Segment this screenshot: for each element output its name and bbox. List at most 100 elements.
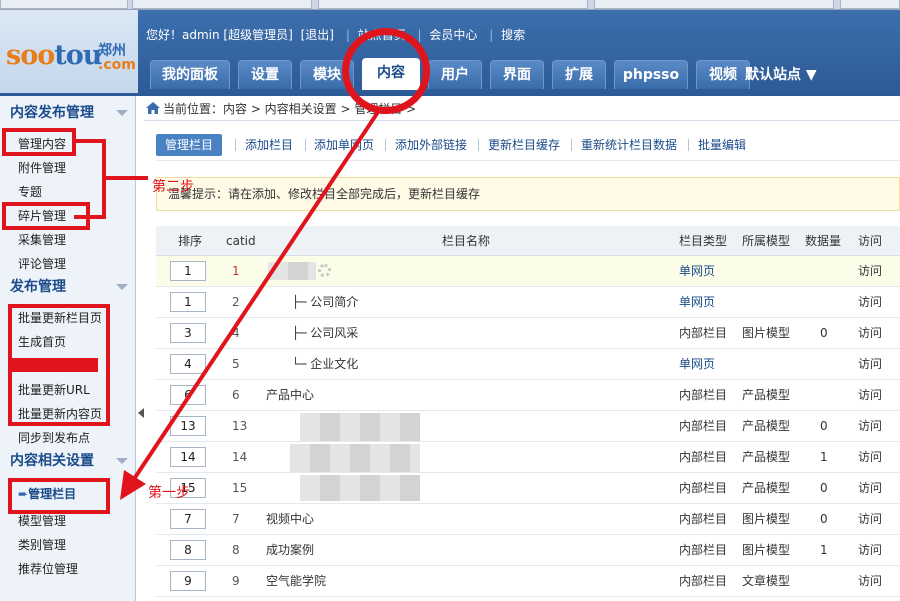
column-count[interactable]: 数据量	[805, 226, 841, 256]
column-model[interactable]: 所属模型	[742, 226, 790, 256]
order-input[interactable]: 14	[170, 447, 206, 467]
name-cell: 成功案例	[266, 543, 315, 557]
visit-link[interactable]: 访问	[858, 535, 882, 565]
column-visit[interactable]: 访问	[858, 226, 882, 256]
model-cell: 图片模型	[742, 326, 791, 340]
annotation-box-manage-content	[2, 128, 76, 156]
tab-interface[interactable]: 界面	[490, 60, 544, 89]
tab-my-panel[interactable]: 我的面板	[150, 60, 230, 89]
model-cell: 图片模型	[742, 543, 791, 557]
subnav-add-single-page[interactable]: 添加单网页	[314, 134, 374, 156]
subnav-update-cache[interactable]: 更新栏目缓存	[488, 134, 560, 156]
name-cell: 空气能学院	[266, 574, 327, 588]
visit-link[interactable]: 访问	[858, 411, 882, 441]
order-input[interactable]: 3	[170, 323, 206, 343]
catid-cell: 6	[232, 388, 240, 402]
sidebar-item-collection[interactable]: 采集管理	[18, 229, 66, 251]
table-row: 6 6 产品中心 内部栏目 产品模型 访问	[156, 380, 900, 411]
table-row: 7 7 视频中心 内部栏目 图片模型 0 访问	[156, 504, 900, 535]
tab-extensions[interactable]: 扩展	[552, 60, 606, 89]
user-bar: 您好！admin [超级管理员] [退出] | 站点首页 | 会员中心 | 搜索	[146, 28, 526, 42]
chevron-down-icon[interactable]	[116, 284, 128, 290]
sidebar-section-publish[interactable]: 发布管理	[0, 275, 136, 299]
count-cell: 1	[820, 543, 828, 557]
tab-phpsso[interactable]: phpsso	[614, 60, 688, 89]
visit-link[interactable]: 访问	[858, 442, 882, 472]
sidebar-item-specials[interactable]: 专题	[18, 181, 42, 203]
browser-tab[interactable]	[594, 0, 834, 9]
tab-users[interactable]: 用户	[428, 60, 482, 89]
blurred-name	[300, 475, 420, 501]
sidebar-item-attachments[interactable]: 附件管理	[18, 157, 66, 179]
name-cell: 产品中心	[266, 388, 315, 402]
browser-tab[interactable]	[318, 0, 588, 9]
subnav-batch-edit[interactable]: 批量编辑	[698, 134, 746, 156]
order-input[interactable]: 1	[170, 292, 206, 312]
annotation-step2: 第二步	[152, 179, 194, 195]
type-cell: 内部栏目	[679, 574, 728, 588]
divider	[144, 120, 900, 121]
order-input[interactable]: 1	[170, 261, 206, 281]
catid-cell: 5	[232, 357, 240, 371]
visit-link[interactable]: 访问	[858, 318, 882, 348]
visit-link[interactable]: 访问	[858, 256, 882, 286]
sidebar-section-content-publish[interactable]: 内容发布管理	[0, 101, 136, 125]
sidebar-section-content-settings[interactable]: 内容相关设置	[0, 449, 136, 473]
count-cell: 0	[820, 512, 828, 526]
sootou-logo[interactable]: sootou 郑州 .com	[6, 40, 136, 82]
model-cell: 产品模型	[742, 481, 791, 495]
browser-tab[interactable]	[132, 0, 312, 9]
table-row: 8 8 成功案例 内部栏目 图片模型 1 访问	[156, 535, 900, 566]
greeting-text: 您好！admin [超级管理员]	[146, 28, 293, 42]
member-center-link[interactable]: 会员中心	[429, 28, 477, 42]
sidebar-section-title: 发布管理	[10, 279, 66, 295]
visit-link[interactable]: 访问	[858, 287, 882, 317]
order-input[interactable]: 6	[170, 385, 206, 405]
order-input[interactable]: 9	[170, 571, 206, 591]
catid-cell: 4	[232, 326, 240, 340]
table-row: 15 15 内部栏目 产品模型 0 访问	[156, 473, 900, 504]
chevron-down-icon[interactable]	[116, 458, 128, 464]
annotation-ring-content-tab	[342, 28, 430, 114]
annotation-bracket	[74, 139, 106, 219]
catid-cell: 8	[232, 543, 240, 557]
type-cell: 内部栏目	[679, 326, 728, 340]
subnav-add-category[interactable]: 添加栏目	[245, 134, 293, 156]
sidebar-item-type-manage[interactable]: 类别管理	[18, 534, 66, 556]
column-catid[interactable]: catid	[226, 226, 256, 256]
catid-cell: 14	[232, 450, 248, 464]
logout-link[interactable]: [退出]	[301, 28, 334, 42]
count-cell: 0	[820, 419, 828, 433]
order-input[interactable]: 4	[170, 354, 206, 374]
visit-link[interactable]: 访问	[858, 473, 882, 503]
visit-link[interactable]: 访问	[858, 349, 882, 379]
browser-tab[interactable]	[0, 0, 128, 9]
model-cell: 图片模型	[742, 512, 791, 526]
visit-link[interactable]: 访问	[858, 566, 882, 596]
tab-settings[interactable]: 设置	[238, 60, 292, 89]
order-input[interactable]: 13	[170, 416, 206, 436]
browser-tab[interactable]	[840, 0, 900, 9]
subnav-add-external-link[interactable]: 添加外部链接	[395, 134, 467, 156]
visit-link[interactable]: 访问	[858, 380, 882, 410]
order-input[interactable]: 8	[170, 540, 206, 560]
annotation-connector	[104, 176, 148, 180]
table-row: 1 2 ├─ 公司简介 单网页 访问	[156, 287, 900, 318]
order-input[interactable]: 7	[170, 509, 206, 529]
search-link[interactable]: 搜索	[501, 28, 525, 42]
table-row: 9 9 空气能学院 内部栏目 文章模型 访问	[156, 566, 900, 597]
catid-cell: 13	[232, 419, 248, 433]
sidebar-item-sync-publish[interactable]: 同步到发布点	[18, 427, 90, 449]
column-order[interactable]: 排序	[178, 226, 202, 256]
column-name[interactable]: 栏目名称	[442, 226, 490, 256]
subnav-manage-category[interactable]: 管理栏目	[156, 134, 223, 156]
column-type[interactable]: 栏目类型	[679, 226, 727, 256]
chevron-down-icon[interactable]	[116, 110, 128, 116]
model-cell: 产品模型	[742, 450, 791, 464]
sidebar-item-position-manage[interactable]: 推荐位管理	[18, 558, 78, 580]
subnav-recount-data[interactable]: 重新统计栏目数据	[581, 134, 677, 156]
sidebar-item-comments[interactable]: 评论管理	[18, 253, 66, 275]
tab-video[interactable]: 视频	[696, 60, 750, 89]
visit-link[interactable]: 访问	[858, 504, 882, 534]
site-selector[interactable]: 默认站点 ▼	[745, 64, 817, 84]
